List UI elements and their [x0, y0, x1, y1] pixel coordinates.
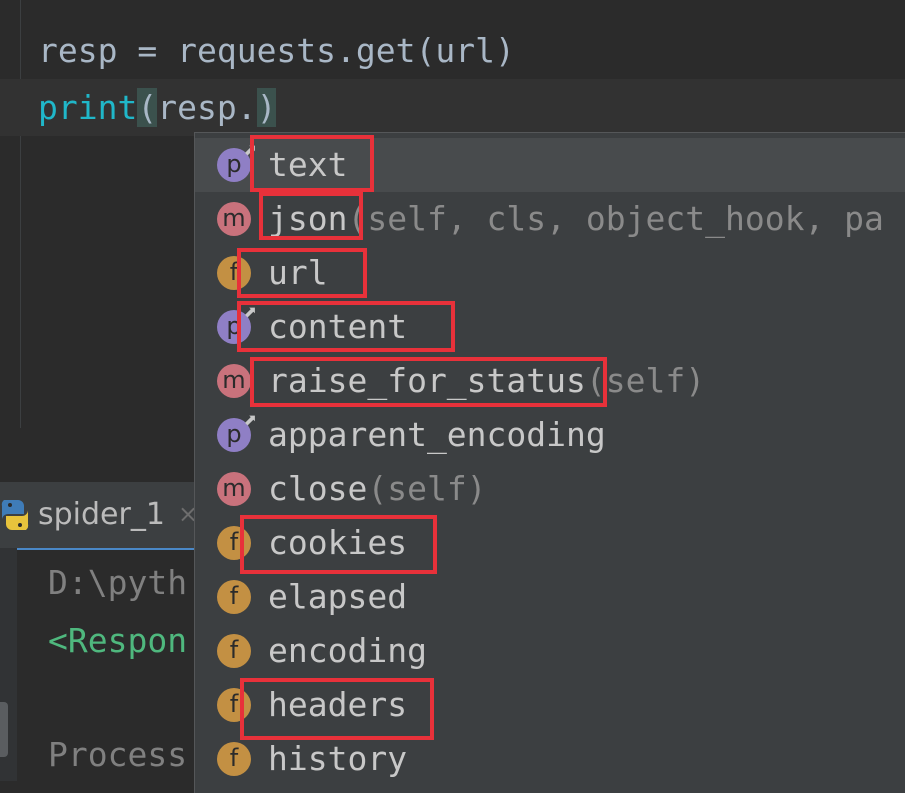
code-open-paren: ( — [137, 88, 158, 127]
code-call: requests.get(url) — [177, 31, 515, 70]
python-icon — [1, 500, 29, 530]
property-icon: p ⬈ — [217, 142, 257, 182]
run-tab-label[interactable]: spider_1 — [38, 497, 165, 532]
completion-item-encoding[interactable]: f encoding — [195, 624, 905, 678]
completion-item-label: close(self) — [268, 469, 487, 508]
highlight-box-headers — [240, 678, 434, 740]
field-icon: f — [217, 742, 251, 776]
property-icon: p ⬈ — [217, 412, 257, 452]
highlight-box-raise-for-status — [250, 357, 607, 407]
completion-item-elapsed[interactable]: f elapsed — [195, 570, 905, 624]
completion-item-apparent-encoding[interactable]: p ⬈ apparent_encoding — [195, 408, 905, 462]
highlight-box-text — [250, 135, 374, 192]
highlight-box-content — [237, 301, 455, 352]
highlight-box-url — [237, 248, 367, 298]
code-operator: = — [117, 31, 178, 70]
completion-item-label: apparent_encoding — [268, 415, 606, 454]
field-icon: f — [217, 634, 251, 668]
code-close-paren: ) — [256, 88, 277, 127]
gutter-divider — [20, 0, 21, 428]
code-line-1[interactable]: resp = requests.get(url) — [38, 24, 515, 78]
console-line-2: <Respon — [48, 621, 188, 660]
highlight-box-json — [259, 192, 363, 240]
completion-item-label: elapsed — [268, 577, 408, 616]
code-var: resp — [38, 31, 118, 70]
code-builtin-print: print — [38, 88, 138, 127]
method-icon: m — [217, 472, 251, 506]
code-line-2[interactable]: print(resp.) — [38, 81, 277, 135]
console-line-1: D:\pyth — [48, 563, 188, 602]
completion-item-history[interactable]: f history — [195, 732, 905, 786]
completion-item-label: history — [268, 739, 408, 778]
highlight-box-cookies — [240, 515, 437, 574]
field-icon: f — [217, 580, 251, 614]
method-icon: m — [217, 364, 251, 398]
console-line-3: Process — [48, 735, 188, 774]
completion-item-label: encoding — [268, 631, 427, 670]
completion-item-close[interactable]: m close(self) — [195, 462, 905, 516]
method-icon: m — [217, 202, 251, 236]
lock-icon: ⬈ — [243, 410, 257, 429]
code-expression: resp. — [157, 88, 257, 127]
scroll-handle[interactable] — [0, 702, 8, 757]
